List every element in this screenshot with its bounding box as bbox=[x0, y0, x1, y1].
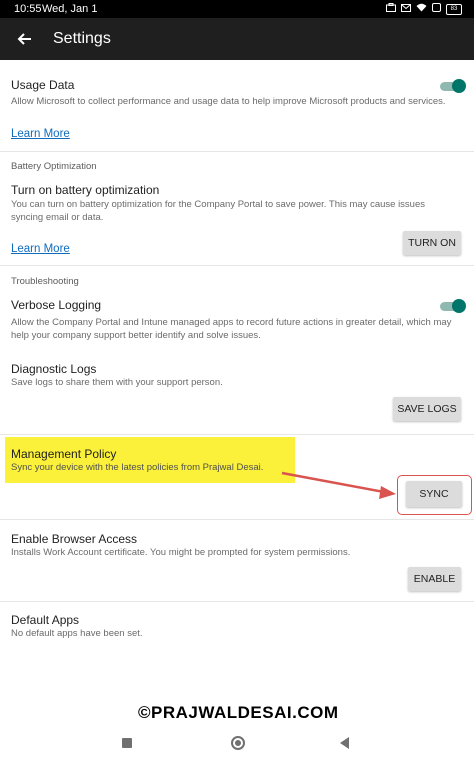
default-apps-description: No default apps have been set. bbox=[11, 628, 143, 639]
default-apps-title: Default Apps bbox=[11, 613, 80, 627]
sync-button[interactable]: SYNC bbox=[406, 481, 462, 507]
enable-button[interactable]: ENABLE bbox=[408, 567, 461, 591]
divider bbox=[0, 519, 474, 520]
browser-access-title: Enable Browser Access bbox=[11, 532, 138, 546]
navigation-bar bbox=[0, 726, 474, 758]
divider bbox=[0, 601, 474, 602]
recents-icon[interactable] bbox=[122, 738, 132, 748]
annotation-arrow-icon bbox=[281, 471, 396, 499]
back-triangle-icon[interactable] bbox=[340, 737, 349, 749]
browser-access-description: Installs Work Account certificate. You m… bbox=[11, 547, 351, 558]
watermark: ©PRAJWALDESAI.COM bbox=[138, 703, 339, 722]
home-icon[interactable] bbox=[231, 736, 245, 750]
